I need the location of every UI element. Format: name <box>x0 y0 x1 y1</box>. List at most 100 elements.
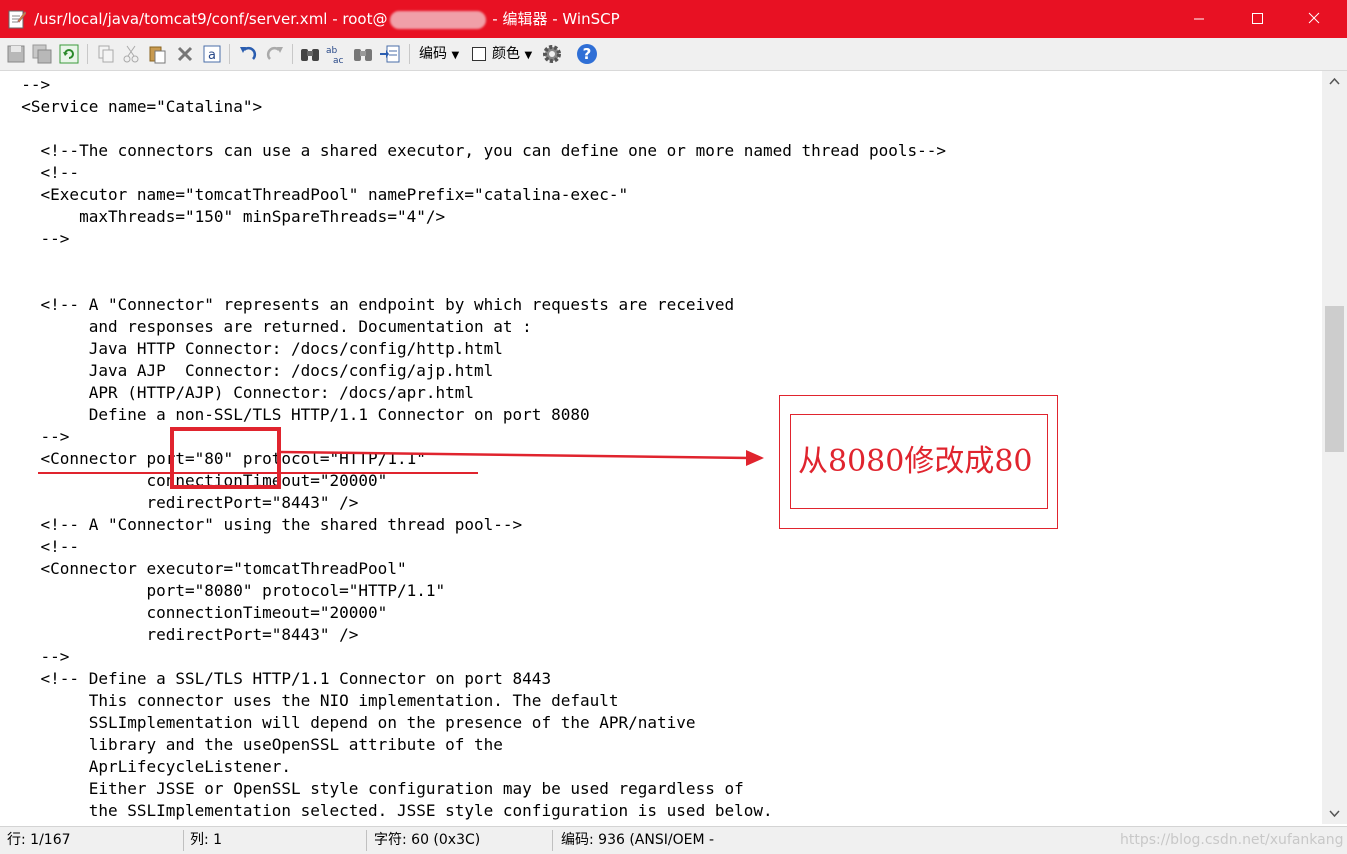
save-all-icon <box>32 44 52 64</box>
paste-button[interactable] <box>145 42 169 66</box>
minimize-icon <box>1194 18 1204 20</box>
code-line[interactable]: redirectPort="8443" /> <box>2 492 358 514</box>
color-label: 颜色 <box>492 46 520 62</box>
find-next-button[interactable] <box>351 42 375 66</box>
status-bar: 行: 1/167 列: 1 字符: 60 (0x3C) 编码: 936 (ANS… <box>0 826 1347 854</box>
close-button[interactable] <box>1291 0 1337 38</box>
toolbar-separator <box>229 44 230 64</box>
replace-icon: abac <box>326 46 344 64</box>
reload-icon <box>59 44 79 64</box>
svg-text:?: ? <box>583 45 592 63</box>
status-encoding: 编码: 936 (ANSI/OEM - <box>561 832 715 848</box>
save-icon <box>7 45 25 63</box>
redo-icon <box>266 46 283 60</box>
gear-icon <box>543 45 561 63</box>
code-line[interactable]: This connector uses the NIO implementati… <box>2 690 619 712</box>
find-button[interactable] <box>298 42 322 66</box>
code-line[interactable]: the SSLImplementation selected. JSSE sty… <box>2 800 773 822</box>
status-char: 字符: 60 (0x3C) <box>374 832 481 848</box>
code-line[interactable]: maxThreads="150" minSpareThreads="4"/> <box>2 206 445 228</box>
code-line[interactable]: --> <box>2 646 70 668</box>
toolbar-separator <box>87 44 88 64</box>
close-icon <box>1308 12 1320 24</box>
encoding-label: 编码 <box>419 46 447 62</box>
preferences-button[interactable] <box>540 42 564 66</box>
code-line[interactable]: AprLifecycleListener. <box>2 756 291 778</box>
undo-button[interactable] <box>236 42 260 66</box>
annotation-highlight-box <box>170 427 281 489</box>
maximize-icon <box>1252 13 1263 24</box>
status-separator <box>552 830 553 851</box>
copy-icon <box>98 45 114 63</box>
code-line[interactable]: Define a non-SSL/TLS HTTP/1.1 Connector … <box>2 404 590 426</box>
chevron-down-icon: ▼ <box>524 50 533 61</box>
status-separator <box>183 830 184 851</box>
help-icon: ? <box>577 44 597 64</box>
vertical-scrollbar[interactable] <box>1322 71 1347 824</box>
binoculars-icon <box>301 49 319 61</box>
maximize-button[interactable] <box>1234 0 1280 38</box>
cut-button[interactable] <box>119 42 143 66</box>
notepad-icon <box>8 10 26 29</box>
scrollbar-thumb[interactable] <box>1325 306 1344 452</box>
code-line[interactable]: --> <box>2 74 50 96</box>
code-line[interactable]: Java AJP Connector: /docs/config/ajp.htm… <box>2 360 494 382</box>
color-checkbox[interactable] <box>472 47 486 61</box>
reload-button[interactable] <box>57 42 81 66</box>
status-column: 列: 1 <box>190 832 223 848</box>
code-line[interactable]: connectionTimeout="20000" <box>2 602 387 624</box>
minimize-button[interactable] <box>1176 0 1222 38</box>
code-line[interactable]: <!-- A "Connector" using the shared thre… <box>2 514 523 536</box>
scroll-up-icon[interactable] <box>1322 71 1347 91</box>
code-line[interactable]: <Executor name="tomcatThreadPool" namePr… <box>2 184 629 206</box>
find-next-icon <box>354 49 372 61</box>
select-all-icon: a <box>203 45 221 63</box>
undo-icon <box>240 46 257 60</box>
code-line[interactable]: <!-- <box>2 536 80 558</box>
code-line[interactable]: APR (HTTP/AJP) Connector: /docs/apr.html <box>2 382 474 404</box>
code-line[interactable]: library and the useOpenSSL attribute of … <box>2 734 503 756</box>
help-button[interactable]: ? <box>575 42 599 66</box>
scroll-down-icon[interactable] <box>1322 804 1347 824</box>
code-line[interactable]: --> <box>2 426 70 448</box>
window-title-prefix: /usr/local/java/tomcat9/conf/server.xml … <box>34 10 388 28</box>
code-line[interactable]: <Service name="Catalina"> <box>2 96 262 118</box>
color-menu[interactable]: 颜色 ▼ <box>492 38 532 72</box>
code-line[interactable]: --> <box>2 228 70 250</box>
code-line[interactable]: <!-- <box>2 162 80 184</box>
code-line[interactable]: SSLImplementation will depend on the pre… <box>2 712 696 734</box>
code-line[interactable]: <!--The connectors can use a shared exec… <box>2 140 946 162</box>
code-line[interactable]: <!-- A "Connector" represents an endpoin… <box>2 294 735 316</box>
delete-button[interactable] <box>173 42 197 66</box>
chevron-down-icon: ▼ <box>451 50 460 61</box>
code-line[interactable]: <!-- Define a SSL/TLS HTTP/1.1 Connector… <box>2 668 552 690</box>
code-line[interactable]: redirectPort="8443" /> <box>2 624 358 646</box>
window-title-suffix: - 编辑器 - WinSCP <box>487 10 620 28</box>
svg-text:a: a <box>208 48 216 63</box>
svg-text:ab: ab <box>326 46 338 56</box>
copy-button[interactable] <box>94 42 118 66</box>
goto-line-button[interactable] <box>378 42 402 66</box>
code-line[interactable]: Either JSSE or OpenSSL style configurati… <box>2 778 744 800</box>
toolbar: a ab ac 编码 ▼ 颜色 ▼ ? <box>0 38 1347 71</box>
status-separator <box>366 830 367 851</box>
encoding-menu[interactable]: 编码 ▼ <box>419 38 459 72</box>
code-line[interactable]: and responses are returned. Documentatio… <box>2 316 532 338</box>
select-all-button[interactable]: a <box>200 42 224 66</box>
status-line: 行: 1/167 <box>7 832 71 848</box>
watermark: https://blog.csdn.net/xufankang <box>1120 832 1344 848</box>
replace-button[interactable]: ab ac <box>324 42 348 66</box>
code-line[interactable]: Java HTTP Connector: /docs/config/http.h… <box>2 338 503 360</box>
delete-icon <box>177 46 193 62</box>
toolbar-separator <box>292 44 293 64</box>
code-line[interactable]: port="8080" protocol="HTTP/1.1" <box>2 580 445 602</box>
code-line[interactable]: <Connector executor="tomcatThreadPool" <box>2 558 407 580</box>
save-button[interactable] <box>4 42 28 66</box>
save-all-button[interactable] <box>30 42 54 66</box>
redo-button[interactable] <box>263 42 287 66</box>
scissors-icon <box>123 45 139 63</box>
toolbar-separator <box>409 44 410 64</box>
title-bar: /usr/local/java/tomcat9/conf/server.xml … <box>0 0 1347 38</box>
window-title: /usr/local/java/tomcat9/conf/server.xml … <box>34 0 620 38</box>
redacted-hostname <box>389 10 486 29</box>
